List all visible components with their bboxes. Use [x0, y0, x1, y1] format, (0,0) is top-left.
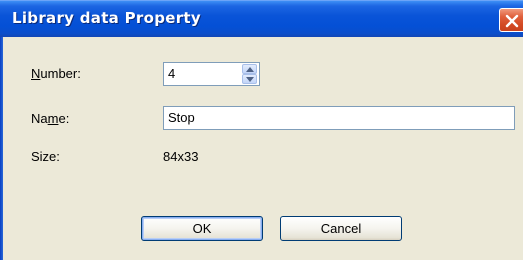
name-label: Name: [31, 111, 70, 126]
name-field[interactable] [163, 106, 515, 130]
cancel-button[interactable]: Cancel [280, 216, 402, 241]
ok-button[interactable]: OK [141, 216, 263, 241]
number-spinner[interactable] [242, 64, 257, 84]
close-icon [505, 14, 519, 28]
spin-down-button[interactable] [242, 74, 257, 84]
spin-up-button[interactable] [242, 64, 257, 74]
number-stepper[interactable] [163, 62, 260, 86]
title-bar: Library data Property [0, 0, 523, 37]
name-input[interactable] [168, 110, 510, 125]
size-value: 84x33 [163, 149, 199, 164]
number-label: Number: [31, 66, 81, 81]
close-button[interactable] [499, 8, 523, 32]
arrow-down-icon [246, 77, 254, 82]
size-label: Size: [31, 149, 60, 164]
window-title: Library data Property [12, 9, 201, 27]
arrow-up-icon [246, 67, 254, 72]
window-frame-left [0, 37, 3, 260]
